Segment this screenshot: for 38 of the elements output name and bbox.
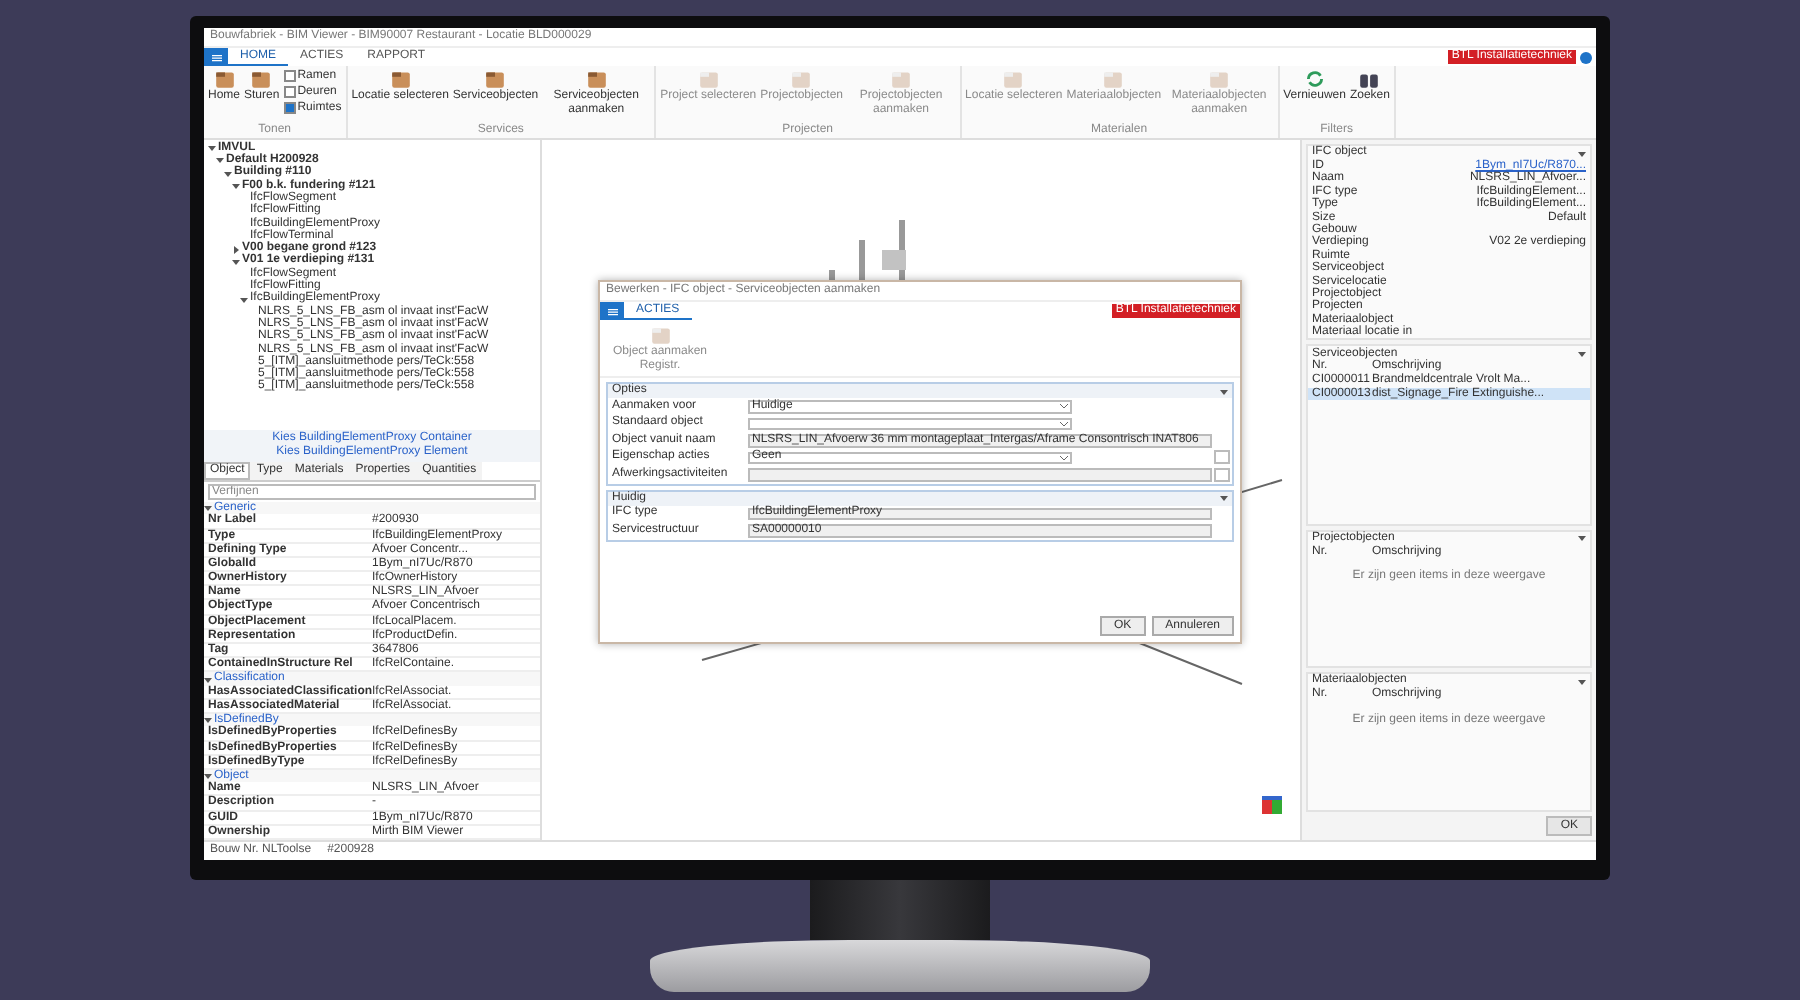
folder-icon xyxy=(649,324,671,346)
help-icon[interactable] xyxy=(1580,51,1592,63)
expand-arrow-icon[interactable] xyxy=(204,675,212,684)
expand-arrow-icon[interactable] xyxy=(1578,534,1586,543)
folder-icon xyxy=(484,68,507,90)
app-menu-button[interactable] xyxy=(204,48,228,66)
expand-arrow-icon[interactable] xyxy=(208,144,216,153)
expand-arrow-icon[interactable] xyxy=(232,245,240,254)
refresh-icon xyxy=(1303,68,1326,90)
expand-arrow-icon[interactable] xyxy=(204,772,212,781)
checkbox[interactable] xyxy=(283,86,296,99)
expand-arrow-icon[interactable] xyxy=(240,295,248,304)
caret-icon xyxy=(1060,404,1069,409)
menu-icon[interactable] xyxy=(607,307,617,315)
text-field[interactable] xyxy=(748,468,1212,481)
expand-arrow-icon[interactable] xyxy=(1220,494,1228,502)
expand-arrow-icon[interactable] xyxy=(204,504,212,513)
dialog-menu-button[interactable] xyxy=(600,302,624,320)
expand-arrow-icon[interactable] xyxy=(232,182,240,191)
checkbox[interactable] xyxy=(283,101,296,114)
folder-icon xyxy=(250,68,273,90)
expand-arrow-icon[interactable] xyxy=(216,156,224,165)
folder-icon xyxy=(585,68,608,90)
folder-icon xyxy=(389,68,412,90)
caret-icon xyxy=(1060,421,1069,426)
dropdown-field[interactable] xyxy=(748,417,1073,430)
expand-arrow-icon[interactable] xyxy=(224,169,232,178)
expand-arrow-icon[interactable] xyxy=(1578,677,1586,686)
expand-arrow-icon[interactable] xyxy=(232,257,240,266)
caret-icon xyxy=(1060,455,1069,460)
expand-arrow-icon[interactable] xyxy=(1578,149,1586,157)
checkbox[interactable] xyxy=(283,70,296,83)
expand-arrow-icon[interactable] xyxy=(1578,349,1586,358)
menu-icon[interactable] xyxy=(211,53,221,61)
view-cube-icon xyxy=(1260,796,1284,816)
expand-arrow-icon[interactable] xyxy=(204,716,212,725)
expand-arrow-icon[interactable] xyxy=(1220,387,1228,395)
folder-icon xyxy=(213,68,235,90)
